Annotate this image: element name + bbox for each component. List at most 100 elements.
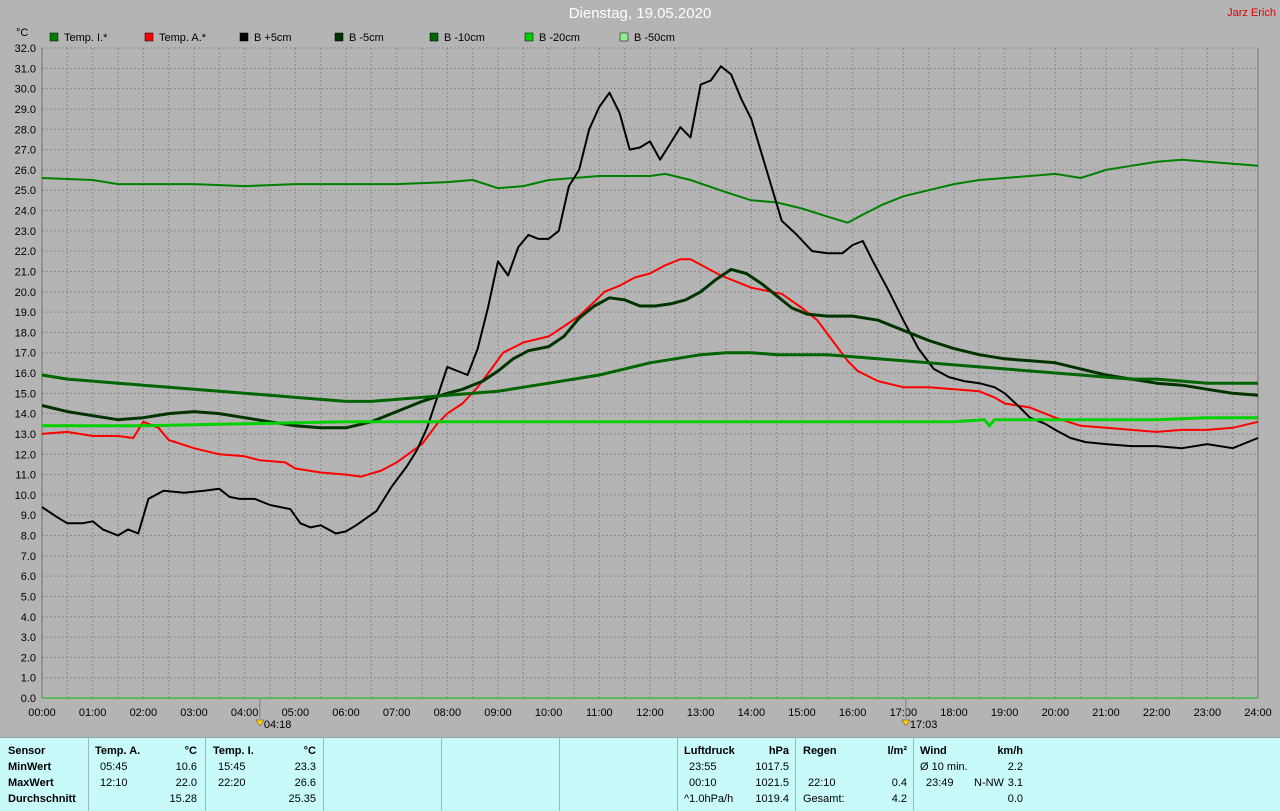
pressure-unit: hPa: [768, 745, 789, 757]
y-tick-label: 2.0: [21, 652, 36, 664]
y-tick-label: 31.0: [15, 63, 36, 75]
y-tick-label: 11.0: [15, 470, 36, 482]
y-tick-label: 23.0: [15, 226, 36, 238]
y-tick-label: 29.0: [15, 104, 36, 116]
rain-header: Regen: [803, 745, 837, 757]
x-tick-label: 13:00: [687, 707, 715, 719]
y-tick-label: 32.0: [15, 43, 36, 55]
y-tick-label: 12.0: [15, 449, 36, 461]
temp-i-max-value: 26.6: [294, 777, 316, 789]
stats-empty-column-3: [560, 738, 678, 811]
legend-swatch: [619, 32, 629, 42]
pressure-trend-label: ^1.0hPa/h: [684, 793, 734, 805]
pressure-trend-value: 1019.4: [755, 793, 789, 805]
x-tick-label: 07:00: [383, 707, 411, 719]
y-tick-label: 7.0: [21, 551, 36, 563]
y-tick-label: 15.0: [15, 388, 36, 400]
stats-empty-column-2: [442, 738, 560, 811]
temp-a-unit: °C: [184, 745, 197, 757]
x-tick-label: 21:00: [1092, 707, 1120, 719]
pressure-min-time: 23:55: [689, 761, 717, 773]
x-tick-label: 01:00: [79, 707, 107, 719]
y-tick-label: 17.0: [15, 348, 36, 360]
rain-total-value: 4.2: [891, 793, 907, 805]
y-tick-label: 4.0: [21, 612, 36, 624]
stats-temp-i-column: Temp. I. °C 15:45 23.3 22:20 26.6 25.35: [206, 738, 324, 811]
y-tick-label: 28.0: [15, 124, 36, 136]
statistics-panel: Sensor MinWert MaxWert Durchschnitt Temp…: [0, 737, 1280, 811]
y-tick-label: 22.0: [15, 246, 36, 258]
y-tick-label: 13.0: [15, 429, 36, 441]
stats-sensor-column: Sensor MinWert MaxWert Durchschnitt: [0, 738, 89, 811]
row-label-max: MaxWert: [8, 777, 54, 789]
legend-swatch: [334, 32, 344, 42]
temp-a-max-value: 22.0: [175, 777, 197, 789]
legend-label: B +5cm: [254, 32, 292, 44]
sun-marker-icon: [255, 719, 265, 727]
x-tick-label: 19:00: [991, 707, 1019, 719]
legend-swatch: [144, 32, 154, 42]
y-tick-label: 9.0: [21, 510, 36, 522]
x-tick-label: 08:00: [434, 707, 462, 719]
temp-a-average: 15.28: [169, 793, 197, 805]
y-tick-label: 1.0: [21, 673, 36, 685]
y-tick-label: 26.0: [15, 165, 36, 177]
pressure-max-value: 1021.5: [755, 777, 789, 789]
temp-i-min-time: 15:45: [218, 761, 246, 773]
y-tick-label: 0.0: [21, 693, 36, 705]
x-tick-label: 24:00: [1244, 707, 1272, 719]
legend-swatch: [524, 32, 534, 42]
wind-avg-label: Ø 10 min.: [920, 761, 968, 773]
rain-max-value: 0.4: [891, 777, 907, 789]
wind-max-value: 3.1: [1007, 777, 1023, 789]
pressure-header: Luftdruck: [684, 745, 735, 757]
y-tick-label: 3.0: [21, 632, 36, 644]
x-tick-label: 15:00: [788, 707, 816, 719]
x-tick-label: 23:00: [1194, 707, 1222, 719]
x-tick-label: 09:00: [484, 707, 512, 719]
y-tick-label: 24.0: [15, 206, 36, 218]
wind-avg-value: 2.2: [1007, 761, 1023, 773]
x-tick-label: 04:00: [231, 707, 259, 719]
x-tick-label: 14:00: [738, 707, 766, 719]
legend-label: Temp. A.*: [159, 32, 207, 44]
y-tick-label: 20.0: [15, 287, 36, 299]
wind-max-direction: N-NW: [974, 777, 1004, 789]
stats-temp-a-column: Temp. A. °C 05:45 10.6 12:10 22.0 15.28: [89, 738, 206, 811]
y-tick-label: 18.0: [15, 327, 36, 339]
legend-label: B -5cm: [349, 32, 384, 44]
x-tick-label: 05:00: [282, 707, 310, 719]
legend-label: B -10cm: [444, 32, 485, 44]
row-label-avg: Durchschnitt: [8, 793, 76, 805]
temp-a-min-time: 05:45: [100, 761, 128, 773]
stats-pressure-column: Luftdruck hPa 23:55 1017.5 00:10 1021.5 …: [678, 738, 796, 811]
legend-label: B -50cm: [634, 32, 675, 44]
legend-swatch: [239, 32, 249, 42]
temp-a-min-value: 10.6: [175, 761, 197, 773]
x-tick-label: 17:00: [890, 707, 918, 719]
temp-a-header: Temp. A.: [95, 745, 141, 757]
legend-swatch: [429, 32, 439, 42]
rain-unit: l/m²: [887, 745, 907, 757]
x-tick-label: 00:00: [28, 707, 56, 719]
stats-empty-column-1: [324, 738, 442, 811]
stats-wind-column: Wind km/h Ø 10 min. 2.2 23:49 N-NW 3.1 0…: [914, 738, 1032, 811]
legend-swatch: [49, 32, 59, 42]
x-tick-label: 20:00: [1042, 707, 1070, 719]
y-tick-label: 8.0: [21, 531, 36, 543]
temp-a-max-time: 12:10: [100, 777, 128, 789]
x-tick-label: 16:00: [839, 707, 867, 719]
sun-marker-icon: [901, 719, 911, 727]
y-tick-label: 25.0: [15, 185, 36, 197]
y-tick-label: 27.0: [15, 145, 36, 157]
pressure-max-time: 00:10: [689, 777, 717, 789]
temp-i-min-value: 23.3: [294, 761, 316, 773]
legend-label: Temp. I.*: [64, 32, 108, 44]
sun-marker-label: 04:18: [264, 719, 292, 731]
wind-last-value: 0.0: [1007, 793, 1023, 805]
y-tick-label: 5.0: [21, 591, 36, 603]
temp-i-unit: °C: [303, 745, 316, 757]
temp-i-max-time: 22:20: [218, 777, 246, 789]
y-tick-label: 6.0: [21, 571, 36, 583]
x-tick-label: 11:00: [586, 707, 613, 719]
